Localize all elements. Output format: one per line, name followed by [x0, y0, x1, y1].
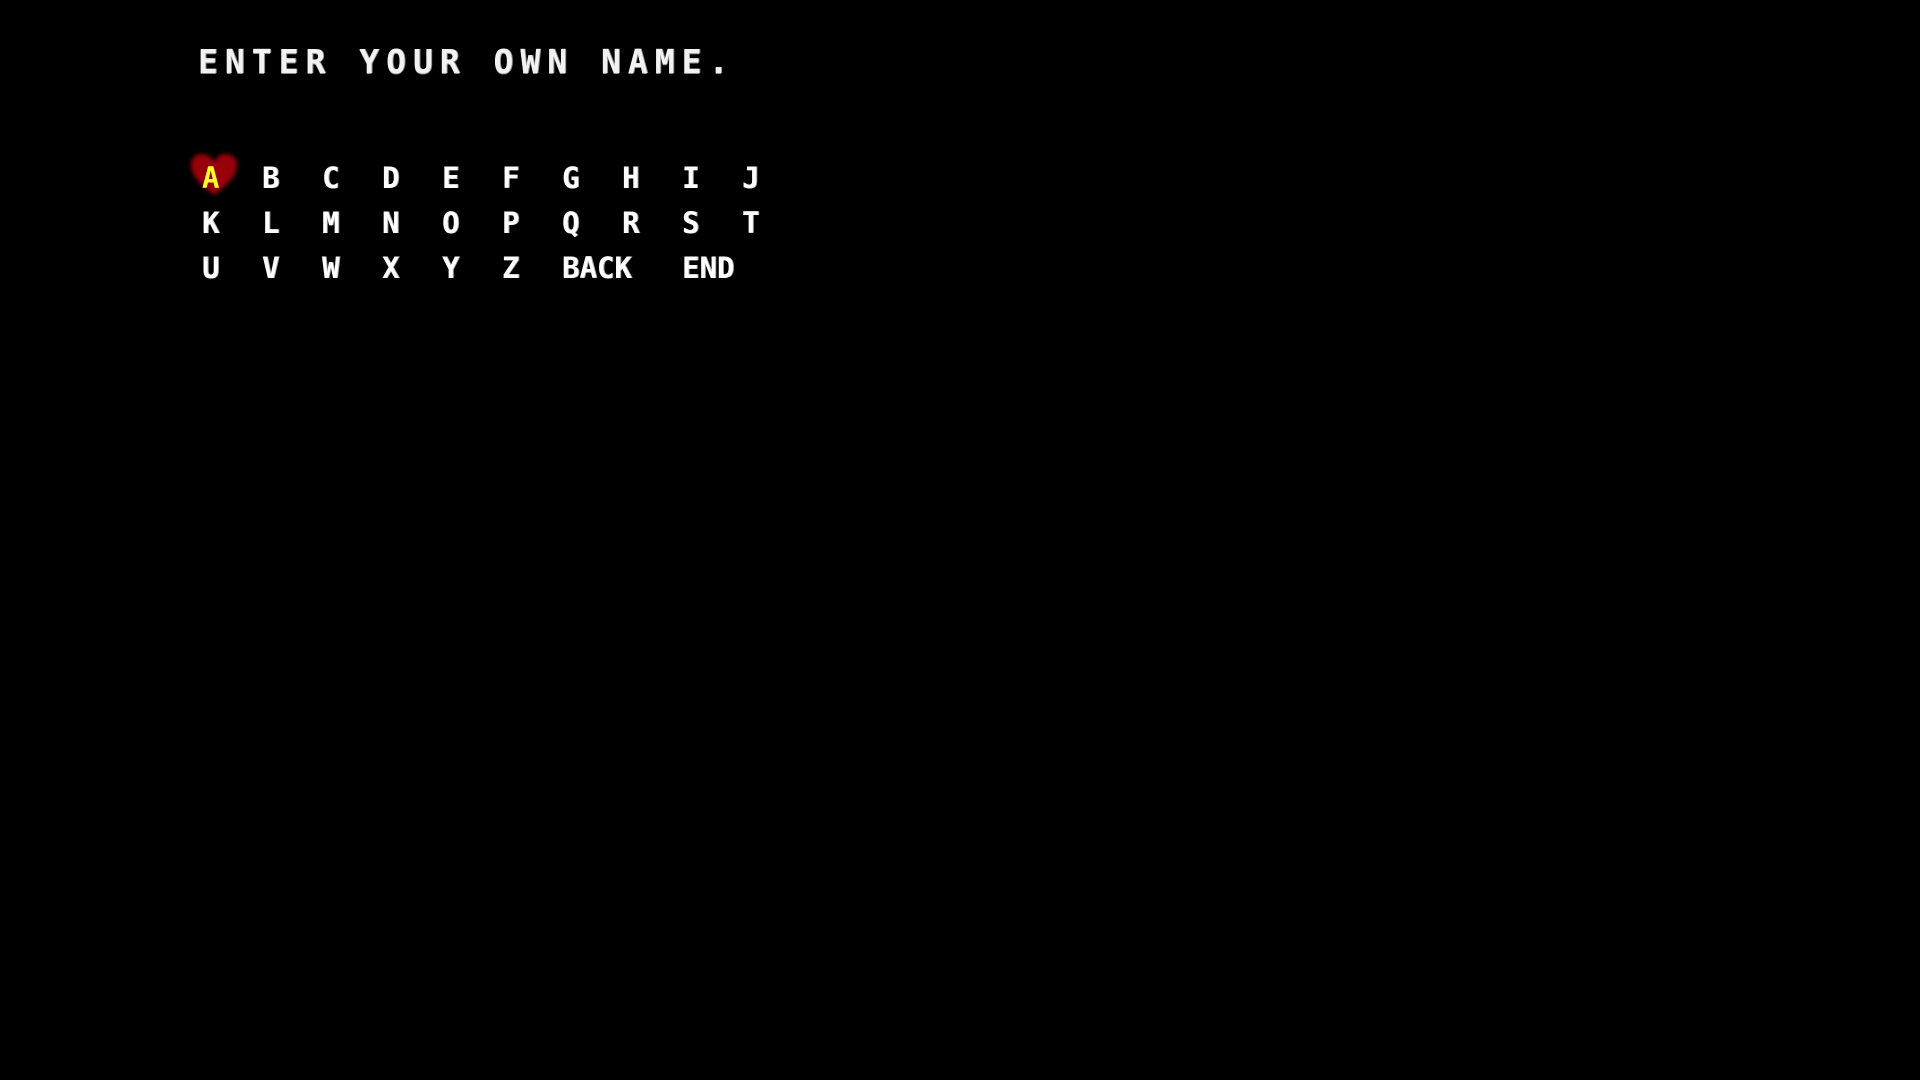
key-c[interactable]: C	[322, 161, 339, 195]
key-k[interactable]: K	[202, 206, 219, 240]
key-t[interactable]: T	[742, 206, 759, 240]
key-v[interactable]: V	[262, 251, 279, 285]
key-u[interactable]: U	[202, 251, 219, 285]
key-s[interactable]: S	[682, 206, 699, 240]
key-w[interactable]: W	[322, 251, 339, 285]
key-l[interactable]: L	[262, 206, 279, 240]
key-o[interactable]: O	[442, 206, 459, 240]
key-g[interactable]: G	[562, 161, 579, 195]
back-button[interactable]: BACK	[562, 251, 632, 285]
key-a[interactable]: A	[202, 161, 219, 195]
key-d[interactable]: D	[382, 161, 399, 195]
name-entry-screen: ENTER YOUR OWN NAME. A B C D E F G H I J…	[0, 0, 1920, 1080]
key-r[interactable]: R	[622, 206, 639, 240]
key-f[interactable]: F	[502, 161, 519, 195]
key-m[interactable]: M	[322, 206, 339, 240]
key-p[interactable]: P	[502, 206, 519, 240]
key-j[interactable]: J	[742, 161, 759, 195]
name-prompt: ENTER YOUR OWN NAME.	[198, 42, 736, 81]
key-x[interactable]: X	[382, 251, 399, 285]
key-y[interactable]: Y	[442, 251, 459, 285]
key-b[interactable]: B	[262, 161, 279, 195]
key-q[interactable]: Q	[562, 206, 579, 240]
key-e[interactable]: E	[442, 161, 459, 195]
end-button[interactable]: END	[682, 251, 734, 285]
key-i[interactable]: I	[682, 161, 699, 195]
key-n[interactable]: N	[382, 206, 399, 240]
key-h[interactable]: H	[622, 161, 639, 195]
key-z[interactable]: Z	[502, 251, 519, 285]
